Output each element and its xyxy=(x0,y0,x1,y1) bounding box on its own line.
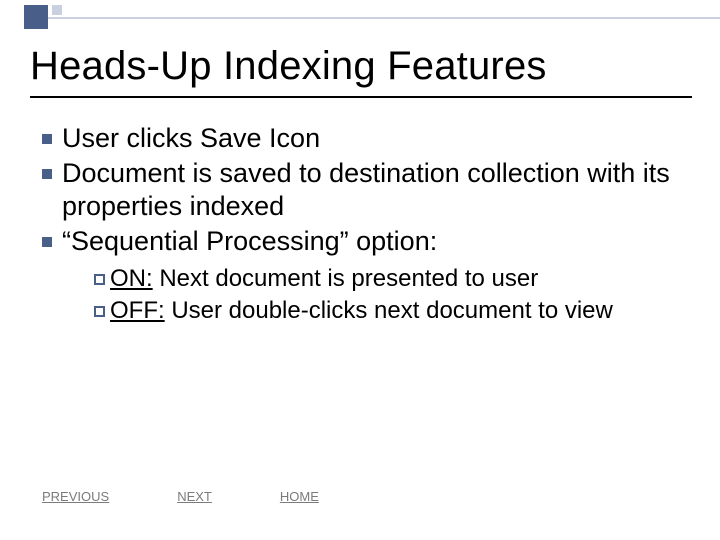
decor-square-large xyxy=(24,5,48,29)
sub-bullet-desc: User double-clicks next document to view xyxy=(165,297,613,324)
sub-bullet-text: ON: Next document is presented to user xyxy=(110,264,538,295)
bullet-item: “Sequential Processing” option: xyxy=(42,225,686,258)
sub-bullet-label: OFF: xyxy=(110,297,165,324)
slide-title: Heads-Up Indexing Features xyxy=(30,44,547,89)
decor-top-line xyxy=(48,17,720,19)
title-underline xyxy=(30,96,692,98)
hollow-square-bullet-icon xyxy=(94,306,105,317)
home-link[interactable]: HOME xyxy=(280,489,319,504)
square-bullet-icon xyxy=(42,237,52,247)
next-link[interactable]: NEXT xyxy=(177,489,212,504)
bullet-text: “Sequential Processing” option: xyxy=(62,225,437,258)
square-bullet-icon xyxy=(42,169,52,179)
bullet-item: User clicks Save Icon xyxy=(42,122,686,155)
sub-bullet-item: ON: Next document is presented to user xyxy=(94,264,686,295)
bullet-text: User clicks Save Icon xyxy=(62,122,320,155)
sub-bullet-text: OFF: User double-clicks next document to… xyxy=(110,296,613,327)
bullet-text: Document is saved to destination collect… xyxy=(62,157,686,223)
sub-bullet-label: ON: xyxy=(110,265,153,292)
nav-links: PREVIOUS NEXT HOME xyxy=(42,489,319,504)
slide-content: User clicks Save Icon Document is saved … xyxy=(42,122,686,329)
sub-bullet-item: OFF: User double-clicks next document to… xyxy=(94,296,686,327)
sub-bullet-desc: Next document is presented to user xyxy=(153,265,539,292)
hollow-square-bullet-icon xyxy=(94,274,105,285)
square-bullet-icon xyxy=(42,134,52,144)
bullet-item: Document is saved to destination collect… xyxy=(42,157,686,223)
sub-bullet-list: ON: Next document is presented to user O… xyxy=(94,264,686,327)
decor-square-small xyxy=(52,5,62,15)
previous-link[interactable]: PREVIOUS xyxy=(42,489,109,504)
